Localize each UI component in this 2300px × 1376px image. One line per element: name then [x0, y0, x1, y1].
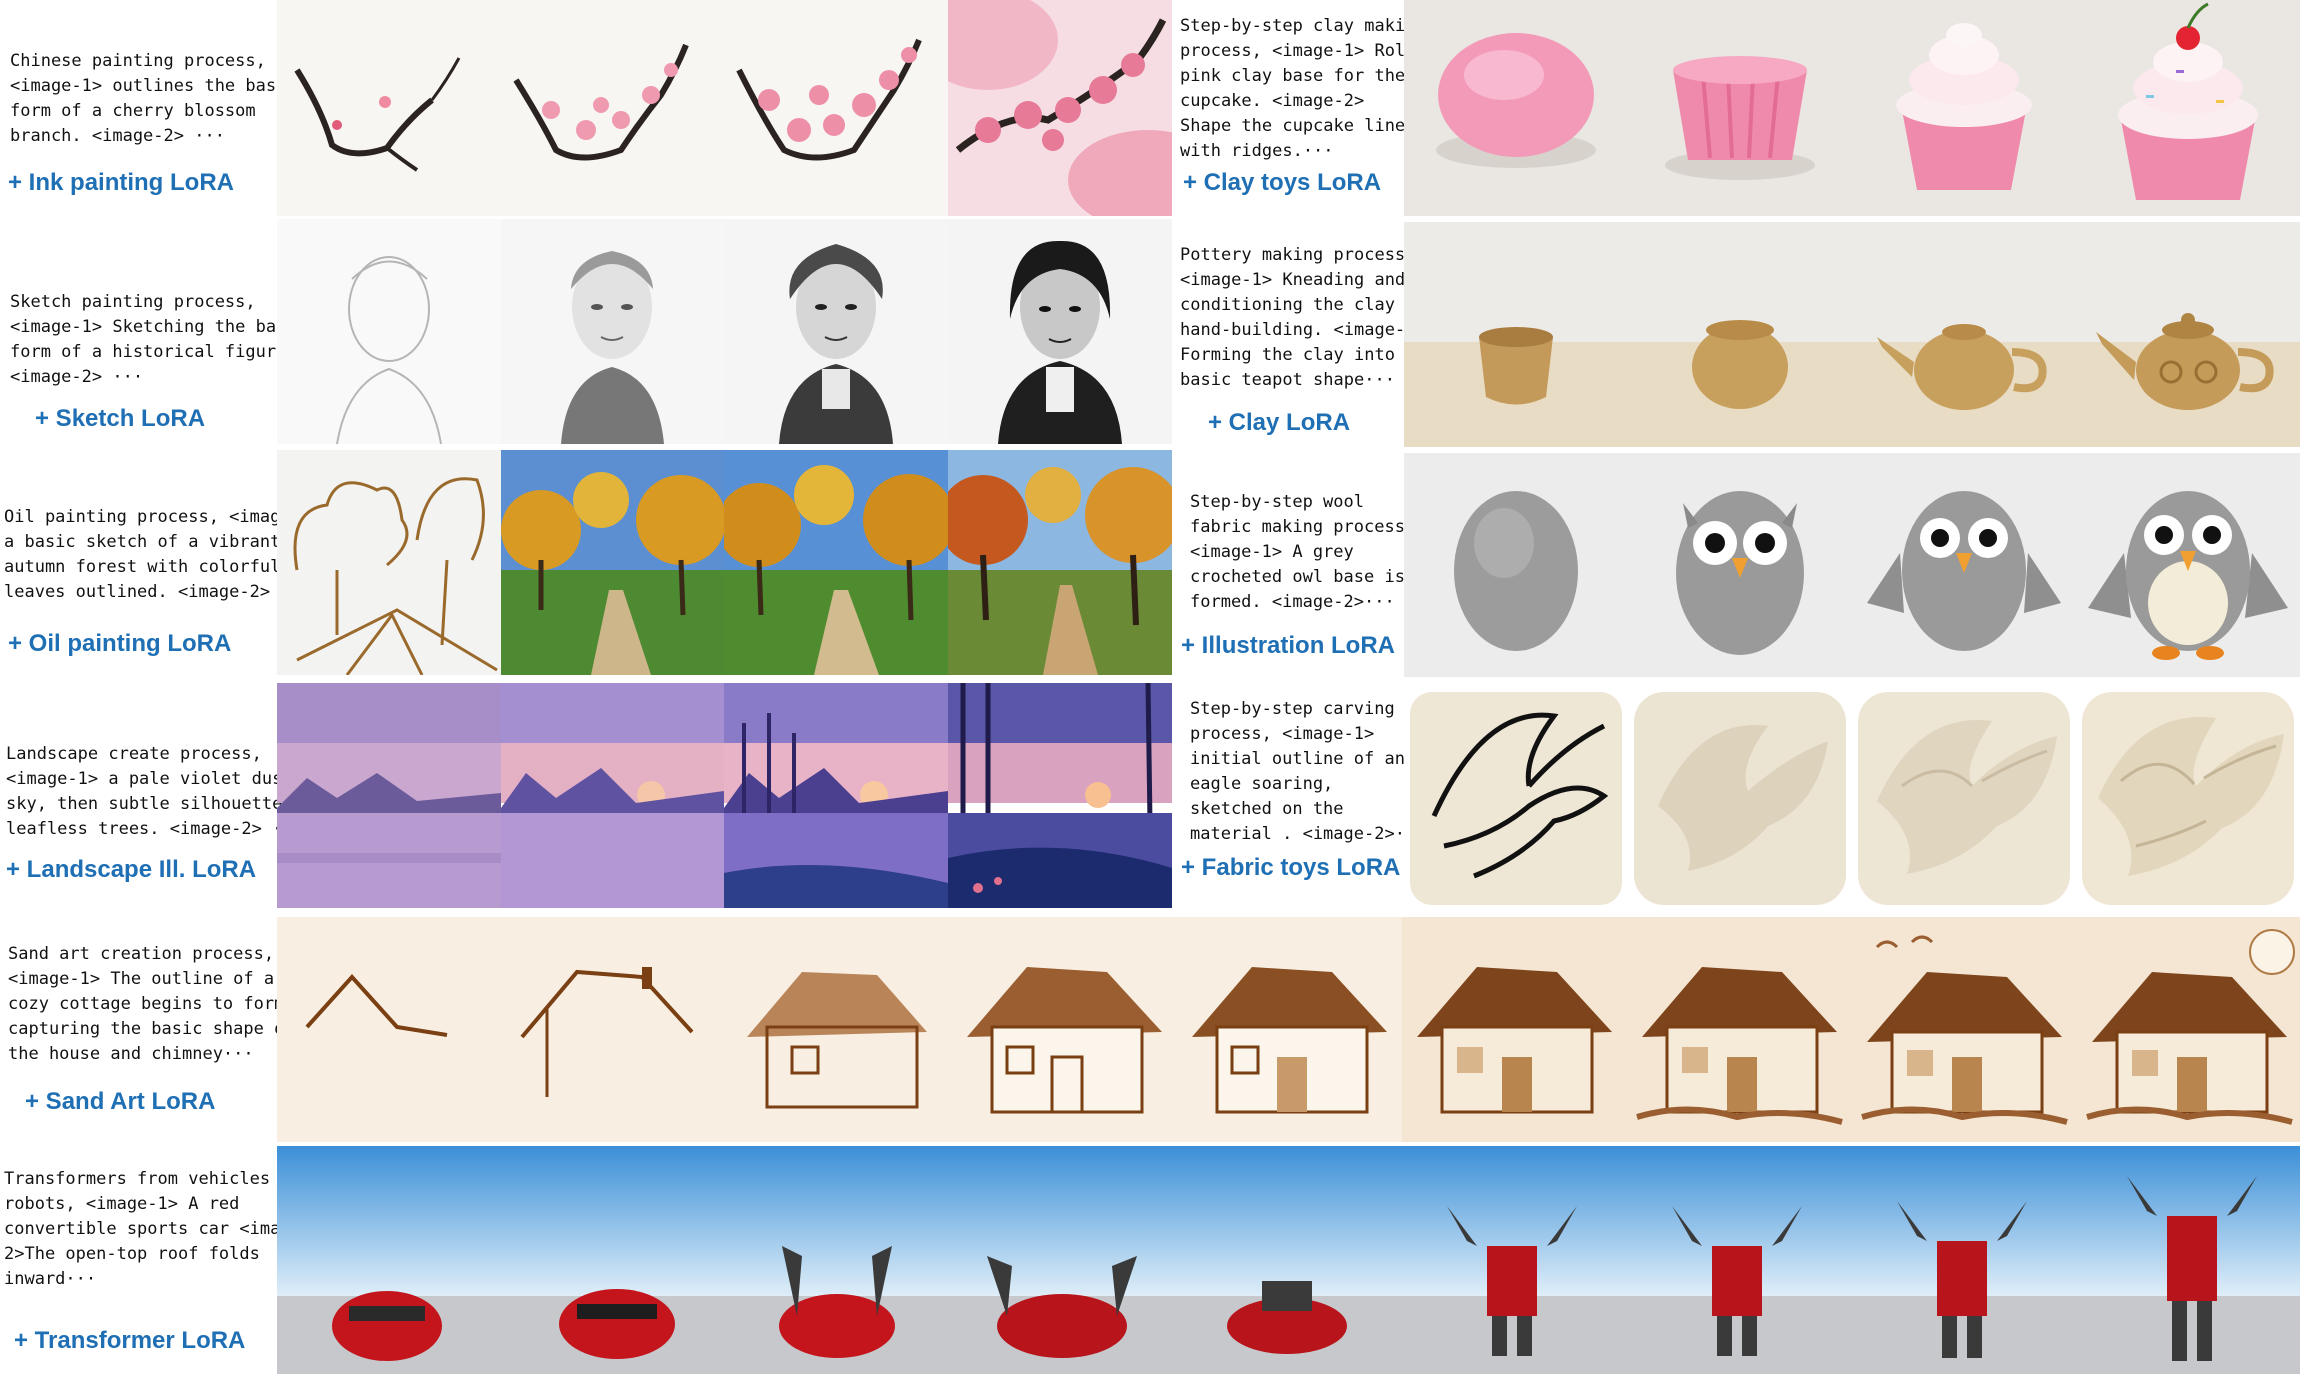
caption-sand-art: Sand art creation process, <image-1> The… — [8, 944, 295, 1064]
lora-label-sketch: + Sketch LoRA — [35, 405, 206, 432]
landscape-step-3 — [724, 683, 948, 908]
illustration-step-4 — [2076, 453, 2300, 677]
caption-sketch: Sketch painting process, <image-1> Sketc… — [10, 292, 307, 387]
illustration-step-1 — [1404, 453, 1628, 677]
transformer-step-2 — [559, 1289, 675, 1359]
caption-transformer: Transformers from vehicles to robots, <i… — [4, 1169, 312, 1289]
lora-label-ink-painting: + Ink painting LoRA — [8, 169, 234, 196]
oil-painting-step-2 — [501, 450, 724, 675]
landscape-step-1 — [277, 683, 501, 908]
fabric-toys-step-4 — [2076, 686, 2300, 911]
ink-painting-step-1 — [277, 0, 501, 216]
caption-fabric-toys: Step-by-step carving process, <image-1> … — [1190, 699, 1426, 844]
caption-illustration: Step-by-step wool fabric making process,… — [1190, 492, 1416, 612]
lora-label-illustration: + Illustration LoRA — [1181, 632, 1396, 659]
lora-label-oil-painting: + Oil painting LoRA — [8, 630, 232, 657]
sketch-step-4 — [948, 219, 1172, 444]
caption-clay-toys: Step-by-step clay making process, <image… — [1180, 16, 1436, 161]
illustration-step-3 — [1852, 453, 2076, 677]
sketch-step-1 — [277, 219, 501, 444]
lora-label-landscape: + Landscape Ill. LoRA — [6, 856, 257, 883]
lora-label-transformer: + Transformer LoRA — [14, 1327, 246, 1354]
sand-art-step-5 — [1177, 917, 1402, 1142]
clay-step-1 — [1404, 222, 1628, 447]
illustration-step-2 — [1628, 453, 1852, 677]
transformer-sequence — [277, 1146, 2300, 1374]
sand-art-step-2 — [502, 917, 727, 1142]
landscape-step-2 — [501, 683, 724, 908]
sand-art-step-1 — [277, 917, 502, 1142]
caption-landscape: Landscape create process, <image-1> a pa… — [6, 744, 323, 839]
sand-art-step-9 — [2077, 917, 2300, 1142]
fabric-toys-step-3 — [1852, 686, 2076, 911]
transformer-step-1 — [332, 1291, 442, 1361]
clay-step-2 — [1628, 222, 1852, 447]
caption-clay: Pottery making process, <image-1> Kneadi… — [1180, 245, 1436, 390]
lora-label-clay: + Clay LoRA — [1208, 409, 1351, 436]
sand-art-step-6 — [1402, 917, 1627, 1142]
lora-label-fabric-toys: + Fabric toys LoRA — [1181, 854, 1401, 881]
sand-art-step-7 — [1627, 917, 1852, 1142]
clay-toys-step-2 — [1628, 0, 1852, 216]
landscape-step-4 — [948, 683, 1172, 908]
ink-painting-step-4 — [948, 0, 1172, 216]
fabric-toys-step-1 — [1404, 686, 1628, 911]
sand-art-step-3 — [727, 917, 952, 1142]
ink-painting-step-2 — [501, 0, 724, 216]
sand-art-step-4 — [952, 917, 1177, 1142]
oil-painting-step-1 — [277, 450, 501, 675]
clay-step-4 — [2076, 222, 2300, 447]
caption-ink-painting: Chinese painting process, <image-1> outl… — [10, 51, 297, 146]
caption-oil-painting: Oil painting process, <image-1> a basic … — [4, 507, 322, 602]
lora-label-clay-toys: + Clay toys LoRA — [1183, 169, 1382, 196]
fabric-toys-step-2 — [1628, 686, 1852, 911]
clay-toys-step-4 — [2076, 0, 2300, 216]
sand-art-step-8 — [1852, 917, 2077, 1142]
clay-toys-step-3 — [1852, 0, 2076, 216]
oil-painting-step-4 — [948, 450, 1172, 675]
oil-painting-step-3 — [724, 450, 948, 675]
clay-step-3 — [1852, 222, 2076, 447]
ink-painting-step-3 — [724, 0, 948, 216]
lora-label-sand-art: + Sand Art LoRA — [25, 1088, 216, 1115]
sketch-step-2 — [501, 219, 724, 444]
sketch-step-3 — [724, 219, 948, 444]
clay-toys-step-1 — [1404, 0, 1628, 216]
